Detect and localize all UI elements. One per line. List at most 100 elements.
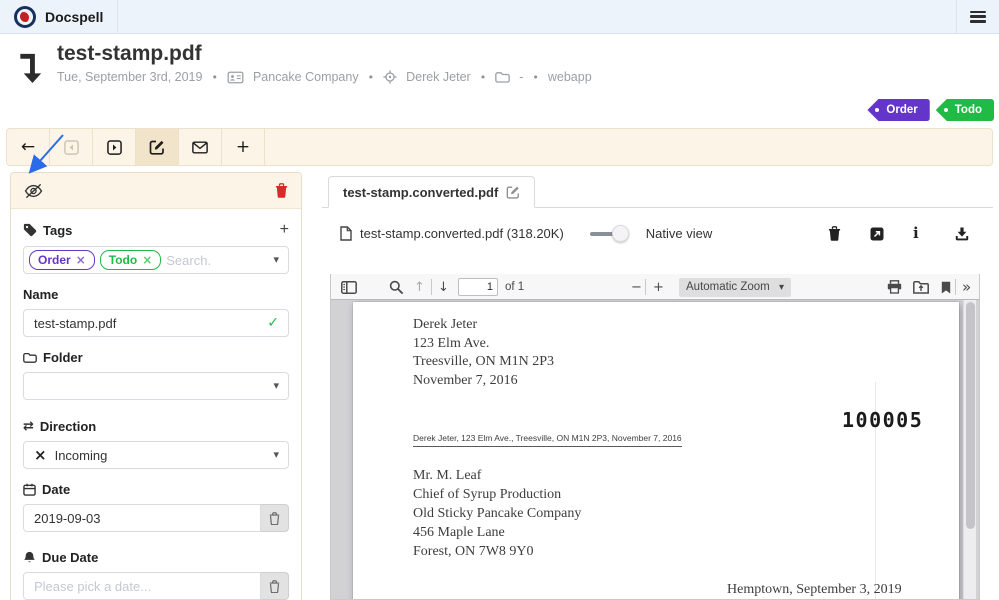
id-card-icon [227,71,244,84]
zoom-out-icon[interactable]: − [631,274,642,300]
more-tools-icon[interactable]: » [962,274,971,300]
zoom-in-icon[interactable]: + [653,274,664,300]
eye-slash-icon[interactable] [24,183,43,199]
edit-panel-header [11,173,301,209]
pdf-canvas-area[interactable]: Derek Jeter 123 Elm Ave. Treesville, ON … [331,300,979,599]
menu-icon[interactable] [970,11,986,23]
item-source: webapp [548,70,592,84]
tags-multiselect[interactable]: Order× Todo× ▾ [23,246,289,274]
open-external-icon[interactable] [870,227,884,241]
mail-button[interactable] [179,129,222,165]
due-date-input[interactable] [34,579,250,594]
attachment-actions: i [828,226,993,241]
delete-item-icon[interactable] [275,183,288,198]
top-navbar: Docspell [0,0,999,34]
bell-icon [23,551,36,564]
edit-name-icon[interactable] [506,185,520,199]
delete-attachment-icon[interactable] [828,226,841,241]
download-icon[interactable] [955,227,969,241]
brand-name: Docspell [45,9,103,25]
pdf-scrollbar[interactable] [963,300,976,599]
name-input[interactable] [34,316,278,331]
folder-label: Folder [43,350,83,365]
save-file-icon[interactable] [913,274,929,300]
date-label: Date [42,482,70,497]
scrollbar-thumb[interactable] [966,302,975,529]
attachment-file-name: test-stamp.converted.pdf (318.20K) [360,226,564,241]
concerning-person[interactable]: Derek Jeter [406,70,471,84]
calendar-icon [23,483,36,496]
letter-closing-line: Hemptown, September 3, 2019 [727,582,902,598]
chevron-down-icon[interactable]: ▾ [273,253,279,266]
direction-select[interactable]: × Incoming ▾ [23,441,289,469]
tag-badge-order[interactable]: Order [867,99,929,121]
info-icon[interactable]: i [913,226,926,241]
letter-sender-block: Derek Jeter 123 Elm Ave. Treesville, ON … [413,316,554,390]
direction-value: Incoming [55,448,108,463]
chevron-down-icon: ▾ [273,448,279,461]
toolbar-divider [645,279,646,295]
remove-tag-icon[interactable]: × [142,253,152,267]
print-icon[interactable] [887,274,902,300]
pdf-page: Derek Jeter 123 Elm Ave. Treesville, ON … [353,302,959,599]
toolbar-divider [955,279,956,295]
name-label: Name [23,287,58,302]
tag-dot-icon [875,108,879,112]
folder-icon [23,352,37,363]
next-item-button[interactable] [93,129,136,165]
edit-metadata-panel: Tags + Order× Todo× ▾ Name ✓ [10,172,302,600]
file-icon [340,226,352,241]
edit-button[interactable] [136,129,179,165]
tags-field: Tags + Order× Todo× ▾ [23,221,289,274]
page-number-input[interactable] [458,278,498,296]
edit-panel-body: Tags + Order× Todo× ▾ Name ✓ [11,209,301,600]
item-meta: Tue, September 3rd, 2019 • Pancake Compa… [57,70,592,84]
due-date-label: Due Date [42,550,98,565]
direction-field: ⇄ Direction × Incoming ▾ [23,419,289,469]
nav-right [956,0,999,33]
direction-label: Direction [40,419,96,434]
tag-dot-icon [944,108,948,112]
date-input[interactable] [34,511,250,526]
clear-date-button[interactable] [261,504,289,532]
sidebar-toggle-icon[interactable] [341,274,357,300]
tag-chip-todo[interactable]: Todo× [100,250,162,270]
add-button[interactable]: + [222,129,265,165]
back-button[interactable]: ← [7,129,50,165]
page-down-icon[interactable]: ↓ [438,274,449,300]
brand[interactable]: Docspell [0,0,118,33]
prev-item-button[interactable] [50,129,93,165]
pdf-viewer: ↑ ↓ of 1 − + Automatic Zoom ▾ » [330,274,980,600]
tag-search-input[interactable] [166,253,278,268]
folder-select[interactable]: ▾ [23,372,289,400]
tag-chip-order[interactable]: Order× [29,250,95,270]
person-target-icon [383,70,397,84]
add-tag-button[interactable]: + [280,221,289,239]
attachment-panel: test-stamp.converted.pdf test-stamp.conv… [322,176,993,242]
item-toolbar: ← + [6,128,993,166]
zoom-select[interactable]: Automatic Zoom ▾ [679,278,791,297]
item-folder[interactable]: - [519,70,523,84]
toolbar-divider [431,279,432,295]
due-date-field: Due Date [23,550,289,600]
native-view-toggle[interactable] [590,225,634,242]
attachment-tabs: test-stamp.converted.pdf [322,176,993,208]
clear-due-date-button[interactable] [261,572,289,600]
name-field: Name ✓ [23,287,289,337]
page-up-icon[interactable]: ↑ [414,274,425,300]
correspondent[interactable]: Pancake Company [253,70,359,84]
level-down-icon [18,51,44,84]
tag-badge-todo[interactable]: Todo [936,99,994,121]
x-icon: × [34,448,47,463]
remove-tag-icon[interactable]: × [76,253,86,267]
tag-icon [23,223,37,237]
docspell-logo-icon [14,6,36,28]
search-icon[interactable] [389,274,403,300]
folder-field: Folder ▾ [23,350,289,400]
stamp-number: 100005 [842,408,923,432]
page-title: test-stamp.pdf [57,42,592,66]
attachment-tab[interactable]: test-stamp.converted.pdf [328,176,535,208]
bookmark-icon[interactable] [941,274,951,300]
native-view-label: Native view [646,226,712,241]
tag-badges: Order Todo [867,99,994,121]
